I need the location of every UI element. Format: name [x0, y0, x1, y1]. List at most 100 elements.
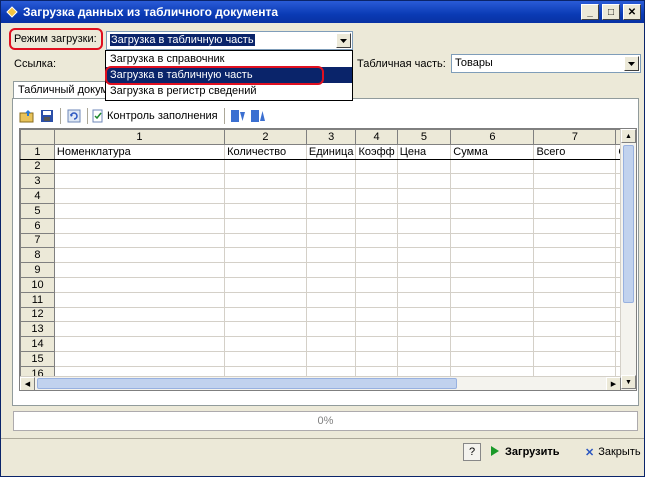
horizontal-scroll-thumb[interactable] [37, 378, 457, 389]
grid-cell[interactable] [396, 306, 452, 323]
column-name-cell[interactable]: Коэфф [355, 143, 398, 160]
grid-cell[interactable] [224, 247, 307, 264]
grid-cell[interactable] [224, 217, 307, 234]
grid-cell[interactable] [305, 336, 357, 352]
grid-cell[interactable] [305, 173, 357, 190]
grid-cell[interactable] [450, 321, 535, 338]
column-number[interactable]: 6 [450, 129, 535, 145]
save-icon[interactable] [37, 106, 57, 126]
close-button[interactable]: ✕ Закрыть [585, 441, 641, 463]
grid-cell[interactable] [450, 247, 535, 264]
move-down-icon[interactable] [228, 106, 248, 126]
grid-cell[interactable] [53, 276, 226, 293]
scroll-up-icon[interactable]: ▲ [621, 129, 636, 143]
row-number[interactable]: 3 [20, 173, 55, 190]
grid-cell[interactable] [53, 291, 226, 308]
grid-cell[interactable] [355, 217, 398, 234]
vertical-scrollbar[interactable]: ▲ ▼ [620, 129, 636, 390]
column-number[interactable]: 7 [533, 129, 617, 145]
grid-cell[interactable] [450, 276, 535, 293]
grid-cell[interactable] [305, 188, 357, 204]
grid-cell[interactable] [396, 173, 452, 190]
column-name-cell[interactable]: Цена [396, 143, 452, 160]
grid-cell[interactable] [450, 350, 535, 367]
grid-cell[interactable] [355, 262, 398, 278]
grid-cell[interactable] [396, 158, 452, 175]
refresh-icon[interactable] [64, 106, 84, 126]
row-number[interactable]: 12 [20, 306, 55, 323]
grid-cell[interactable] [355, 306, 398, 323]
grid-cell[interactable] [53, 350, 226, 367]
grid-cell[interactable] [305, 232, 357, 249]
maximize-button[interactable]: □ [602, 4, 620, 20]
grid-cell[interactable] [53, 217, 226, 234]
grid-cell[interactable] [224, 336, 307, 352]
grid-cell[interactable] [305, 202, 357, 219]
grid-cell[interactable] [305, 262, 357, 278]
open-file-icon[interactable] [17, 106, 37, 126]
grid-cell[interactable] [355, 173, 398, 190]
load-button[interactable]: Загрузить [491, 441, 560, 463]
grid-cell[interactable] [450, 306, 535, 323]
grid-cell[interactable] [53, 188, 226, 204]
grid-cell[interactable] [355, 276, 398, 293]
grid-cell[interactable] [224, 202, 307, 219]
grid-cell[interactable] [224, 262, 307, 278]
column-name-cell[interactable]: Количество [224, 143, 307, 160]
grid-cell[interactable] [53, 306, 226, 323]
grid-cell[interactable] [224, 188, 307, 204]
spreadsheet-grid[interactable]: 1 2 3 4 5 6 7 1 Номенклатура Количество Еди… [19, 128, 637, 391]
grid-cell[interactable] [533, 232, 617, 249]
grid-cell[interactable] [396, 262, 452, 278]
grid-cell[interactable] [53, 202, 226, 219]
grid-cell[interactable] [53, 262, 226, 278]
grid-cell[interactable] [450, 336, 535, 352]
grid-cell[interactable] [533, 321, 617, 338]
grid-cell[interactable] [533, 188, 617, 204]
grid-cell[interactable] [53, 321, 226, 338]
grid-cell[interactable] [533, 306, 617, 323]
dropdown-option[interactable]: Загрузка в справочник [106, 51, 352, 67]
grid-cell[interactable] [53, 247, 226, 264]
grid-cell[interactable] [305, 247, 357, 264]
scroll-right-icon[interactable]: ▶ [606, 377, 621, 390]
grid-cell[interactable] [396, 291, 452, 308]
grid-cell[interactable] [224, 173, 307, 190]
tabular-part-select[interactable]: Товары [451, 54, 641, 73]
tab-spreadsheet[interactable]: Табличный документ [13, 81, 109, 99]
row-number[interactable]: 7 [20, 232, 55, 249]
grid-cell[interactable] [53, 232, 226, 249]
row-number[interactable]: 15 [20, 350, 55, 367]
minimize-button[interactable]: _ [581, 4, 599, 20]
grid-cell[interactable] [355, 336, 398, 352]
grid-cell[interactable] [396, 188, 452, 204]
grid-cell[interactable] [450, 202, 535, 219]
grid-cell[interactable] [224, 232, 307, 249]
row-number[interactable]: 13 [20, 321, 55, 338]
grid-cell[interactable] [224, 321, 307, 338]
row-number[interactable]: 8 [20, 247, 55, 264]
grid-cell[interactable] [355, 188, 398, 204]
column-number[interactable]: 5 [396, 129, 452, 145]
row-number[interactable]: 1 [20, 143, 55, 160]
grid-cell[interactable] [396, 202, 452, 219]
row-number[interactable]: 10 [20, 276, 55, 293]
grid-cell[interactable] [305, 291, 357, 308]
grid-cell[interactable] [224, 276, 307, 293]
scroll-left-icon[interactable]: ◀ [20, 377, 35, 390]
column-number[interactable]: 4 [355, 129, 398, 145]
row-number[interactable]: 14 [20, 336, 55, 352]
dropdown-option[interactable]: Загрузка в регистр сведений [106, 83, 352, 99]
grid-cell[interactable] [224, 291, 307, 308]
grid-cell[interactable] [533, 350, 617, 367]
grid-cell[interactable] [355, 158, 398, 175]
fill-control-button[interactable]: Контроль заполнения [91, 106, 221, 126]
grid-cell[interactable] [533, 291, 617, 308]
grid-cell[interactable] [450, 291, 535, 308]
column-number[interactable]: 1 [53, 129, 226, 145]
horizontal-scrollbar[interactable]: ◀ ▶ [20, 376, 621, 390]
column-name-cell[interactable]: Номенклатура [53, 143, 226, 160]
grid-cell[interactable] [450, 158, 535, 175]
grid-cell[interactable] [396, 217, 452, 234]
grid-cell[interactable] [305, 276, 357, 293]
